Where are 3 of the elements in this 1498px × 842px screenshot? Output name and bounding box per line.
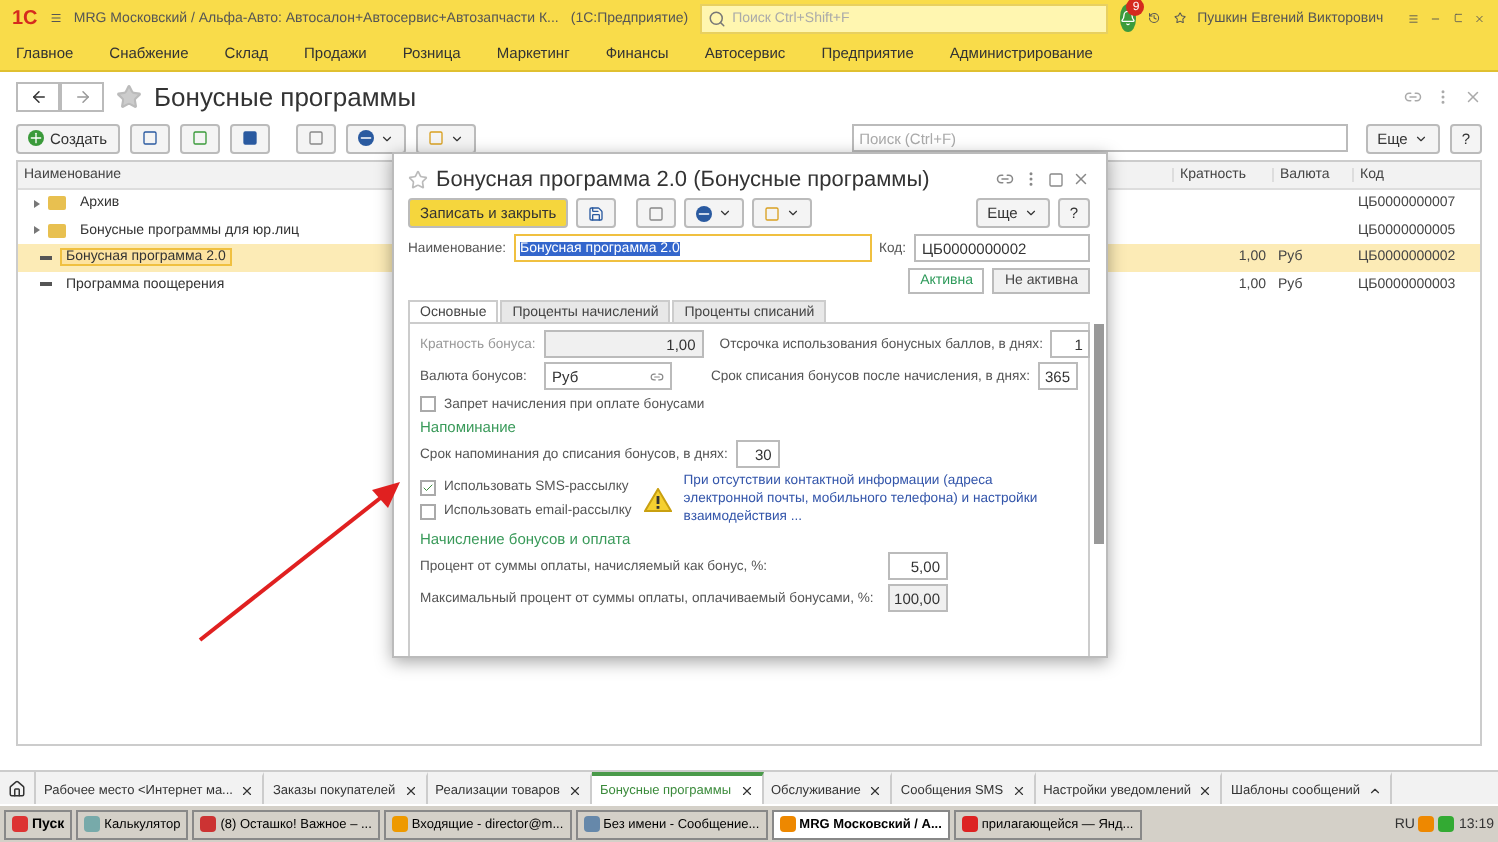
app-logo: 1С bbox=[12, 7, 38, 29]
dialog-title: Бонусная программа 2.0 (Бонусные программы) bbox=[436, 167, 930, 191]
page-title: Бонусные программы bbox=[154, 81, 417, 111]
